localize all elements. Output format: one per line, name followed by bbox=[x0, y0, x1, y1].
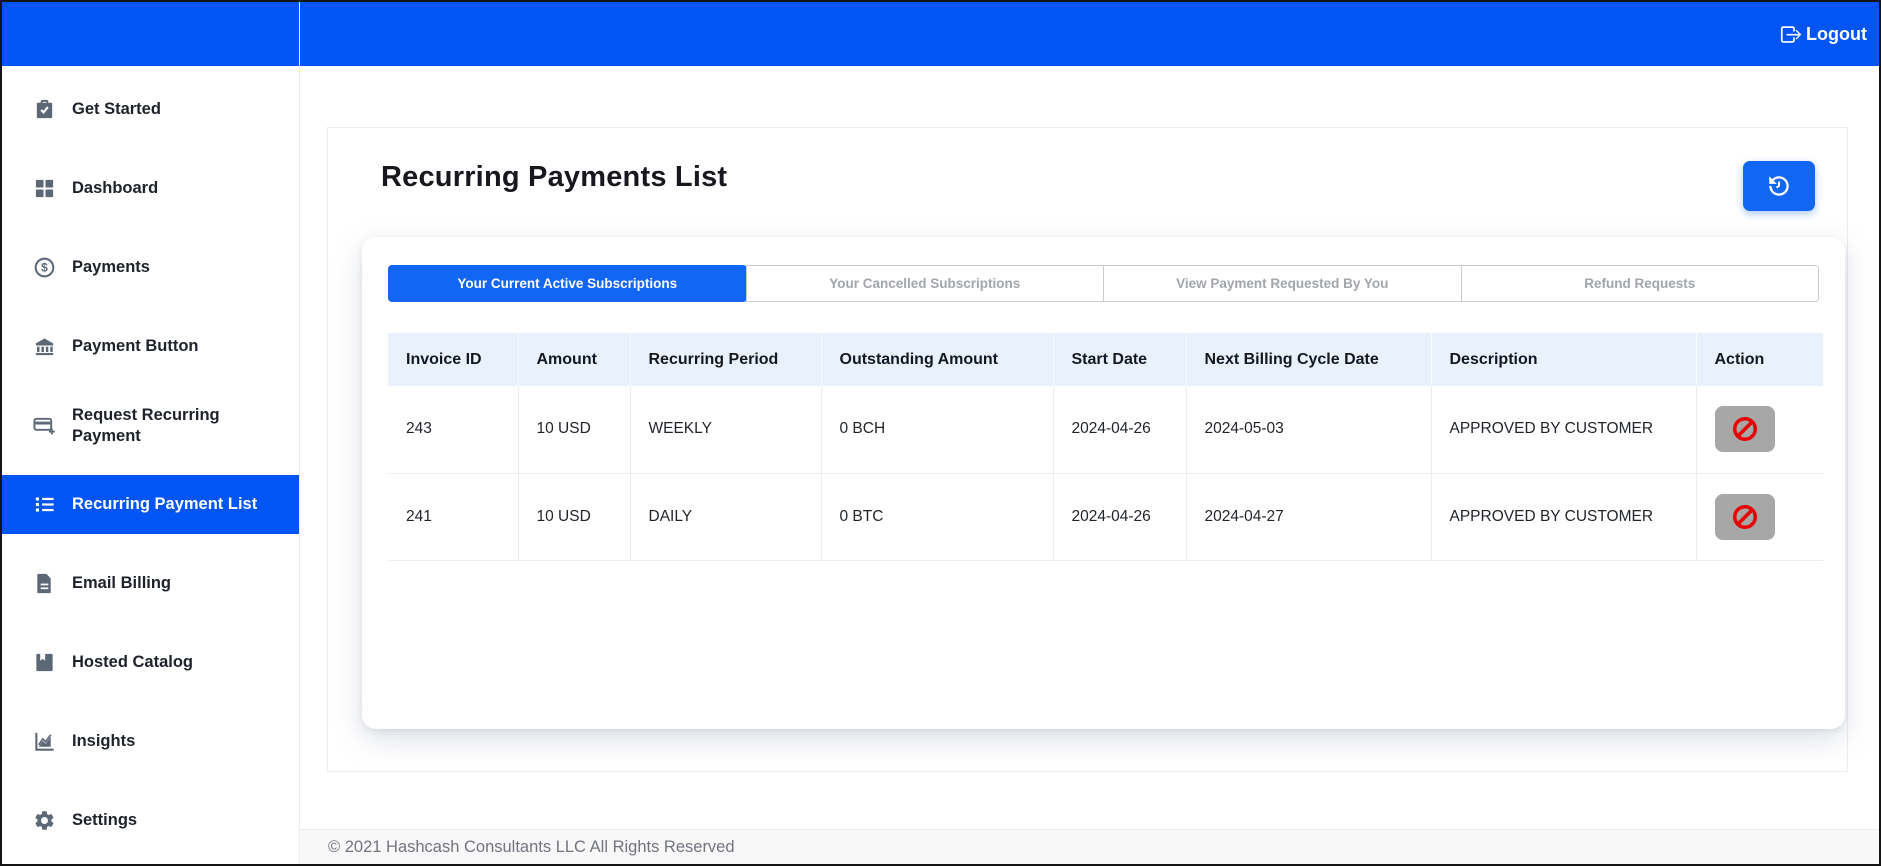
cancel-subscription-button[interactable] bbox=[1714, 493, 1775, 540]
cell-action bbox=[1696, 386, 1823, 474]
sidebar-item-payments[interactable]: $ Payments bbox=[2, 238, 299, 297]
sidebar-item-settings[interactable]: Settings bbox=[2, 791, 299, 850]
sidebar-item-label: Hosted Catalog bbox=[72, 653, 194, 672]
column-header-next-billing-cycle-date: Next Billing Cycle Date bbox=[1186, 333, 1432, 386]
cell-recurring-period: DAILY bbox=[630, 473, 822, 561]
sidebar-item-label: Payments bbox=[72, 258, 150, 277]
dollar-circle-icon: $ bbox=[32, 256, 56, 279]
sidebar-item-payment-button[interactable]: Payment Button bbox=[2, 317, 299, 376]
chart-line-icon bbox=[32, 730, 56, 753]
content: Recurring Payments List Your Current Act… bbox=[300, 66, 1879, 829]
topbar: Logout bbox=[300, 2, 1879, 66]
cell-start-date: 2024-04-26 bbox=[1053, 386, 1187, 474]
svg-text:$: $ bbox=[41, 261, 48, 275]
sidebar-item-label: Insights bbox=[72, 732, 136, 751]
tab-refund-requests[interactable]: Refund Requests bbox=[1460, 265, 1819, 302]
credit-card-plus-icon bbox=[32, 414, 56, 437]
panel-header: Recurring Payments List bbox=[328, 128, 1847, 211]
sidebar-item-label: Settings bbox=[72, 811, 138, 830]
sidebar-item-label: Payment Button bbox=[72, 337, 199, 356]
column-header-recurring-period: Recurring Period bbox=[630, 333, 822, 386]
cell-outstanding-amount: 0 BCH bbox=[821, 386, 1054, 474]
sidebar-item-hosted-catalog[interactable]: Hosted Catalog bbox=[2, 633, 299, 692]
sidebar-item-dashboard[interactable]: Dashboard bbox=[2, 159, 299, 218]
sidebar-item-email-billing[interactable]: Email Billing bbox=[2, 554, 299, 613]
tab-cancelled-subscriptions[interactable]: Your Cancelled Subscriptions bbox=[745, 265, 1104, 302]
gear-icon bbox=[32, 809, 56, 832]
cell-action bbox=[1696, 473, 1823, 561]
column-header-action: Action bbox=[1696, 333, 1823, 386]
clipboard-check-icon bbox=[32, 98, 56, 121]
sidebar-logo-block bbox=[2, 2, 299, 66]
cell-start-date: 2024-04-26 bbox=[1053, 473, 1187, 561]
footer: © 2021 Hashcash Consultants LLC All Righ… bbox=[300, 829, 1879, 864]
column-header-start-date: Start Date bbox=[1053, 333, 1187, 386]
sidebar: Get Started Dashboard $ Payments Payment… bbox=[2, 2, 300, 864]
table-header: Invoice ID Amount Recurring Period Outst… bbox=[388, 333, 1823, 386]
subscriptions-card: Your Current Active Subscriptions Your C… bbox=[362, 237, 1845, 729]
copyright-text: © 2021 Hashcash Consultants LLC All Righ… bbox=[328, 837, 735, 856]
logout-button[interactable]: Logout bbox=[1780, 24, 1867, 45]
main-area: Logout Recurring Payments List Your Curr… bbox=[300, 2, 1879, 864]
tab-view-payment-requested[interactable]: View Payment Requested By You bbox=[1103, 265, 1462, 302]
cell-description: APPROVED BY CUSTOMER bbox=[1431, 386, 1697, 474]
sidebar-item-insights[interactable]: Insights bbox=[2, 712, 299, 771]
sidebar-item-recurring-payment-list[interactable]: Recurring Payment List bbox=[2, 475, 299, 534]
box-arrow-right-icon bbox=[1780, 24, 1802, 45]
table-row: 243 10 USD WEEKLY 0 BCH 2024-04-26 2024-… bbox=[388, 386, 1823, 474]
page-title: Recurring Payments List bbox=[381, 161, 728, 193]
subscriptions-table: Invoice ID Amount Recurring Period Outst… bbox=[388, 333, 1823, 561]
tab-current-active-subscriptions[interactable]: Your Current Active Subscriptions bbox=[388, 265, 747, 302]
sidebar-item-label: Email Billing bbox=[72, 574, 172, 593]
app-window: Get Started Dashboard $ Payments Payment… bbox=[0, 0, 1881, 866]
sidebar-nav: Get Started Dashboard $ Payments Payment… bbox=[2, 66, 299, 860]
sidebar-item-get-started[interactable]: Get Started bbox=[2, 80, 299, 139]
dashboard-grid-icon bbox=[32, 177, 56, 200]
cell-invoice-id: 241 bbox=[388, 473, 519, 561]
history-icon bbox=[1766, 173, 1792, 199]
refresh-button[interactable] bbox=[1743, 161, 1815, 211]
cell-next-billing-cycle-date: 2024-05-03 bbox=[1186, 386, 1432, 474]
cell-description: APPROVED BY CUSTOMER bbox=[1431, 473, 1697, 561]
document-icon bbox=[32, 572, 56, 595]
no-entry-icon bbox=[1730, 414, 1760, 444]
sidebar-item-request-recurring-payment[interactable]: Request Recurring Payment bbox=[2, 396, 299, 455]
cell-outstanding-amount: 0 BTC bbox=[821, 473, 1054, 561]
sidebar-item-label: Request Recurring Payment bbox=[72, 405, 220, 445]
sidebar-item-label: Get Started bbox=[72, 100, 161, 119]
cell-amount: 10 USD bbox=[518, 473, 631, 561]
cell-invoice-id: 243 bbox=[388, 386, 519, 474]
book-bookmark-icon bbox=[32, 651, 56, 674]
table-row: 241 10 USD DAILY 0 BTC 2024-04-26 2024-0… bbox=[388, 473, 1823, 561]
column-header-invoice-id: Invoice ID bbox=[388, 333, 519, 386]
sidebar-item-label: Recurring Payment List bbox=[72, 495, 258, 514]
sidebar-item-label: Dashboard bbox=[72, 179, 159, 198]
cell-next-billing-cycle-date: 2024-04-27 bbox=[1186, 473, 1432, 561]
no-entry-icon bbox=[1730, 502, 1760, 532]
recurring-payments-panel: Recurring Payments List Your Current Act… bbox=[327, 127, 1848, 772]
column-header-outstanding-amount: Outstanding Amount bbox=[821, 333, 1054, 386]
bank-icon bbox=[32, 335, 56, 358]
column-header-description: Description bbox=[1431, 333, 1697, 386]
subscription-tabs: Your Current Active Subscriptions Your C… bbox=[388, 265, 1819, 302]
column-header-amount: Amount bbox=[518, 333, 631, 386]
cell-recurring-period: WEEKLY bbox=[630, 386, 822, 474]
cancel-subscription-button[interactable] bbox=[1714, 406, 1775, 453]
list-icon bbox=[32, 493, 56, 516]
logout-label: Logout bbox=[1806, 23, 1867, 44]
cell-amount: 10 USD bbox=[518, 386, 631, 474]
